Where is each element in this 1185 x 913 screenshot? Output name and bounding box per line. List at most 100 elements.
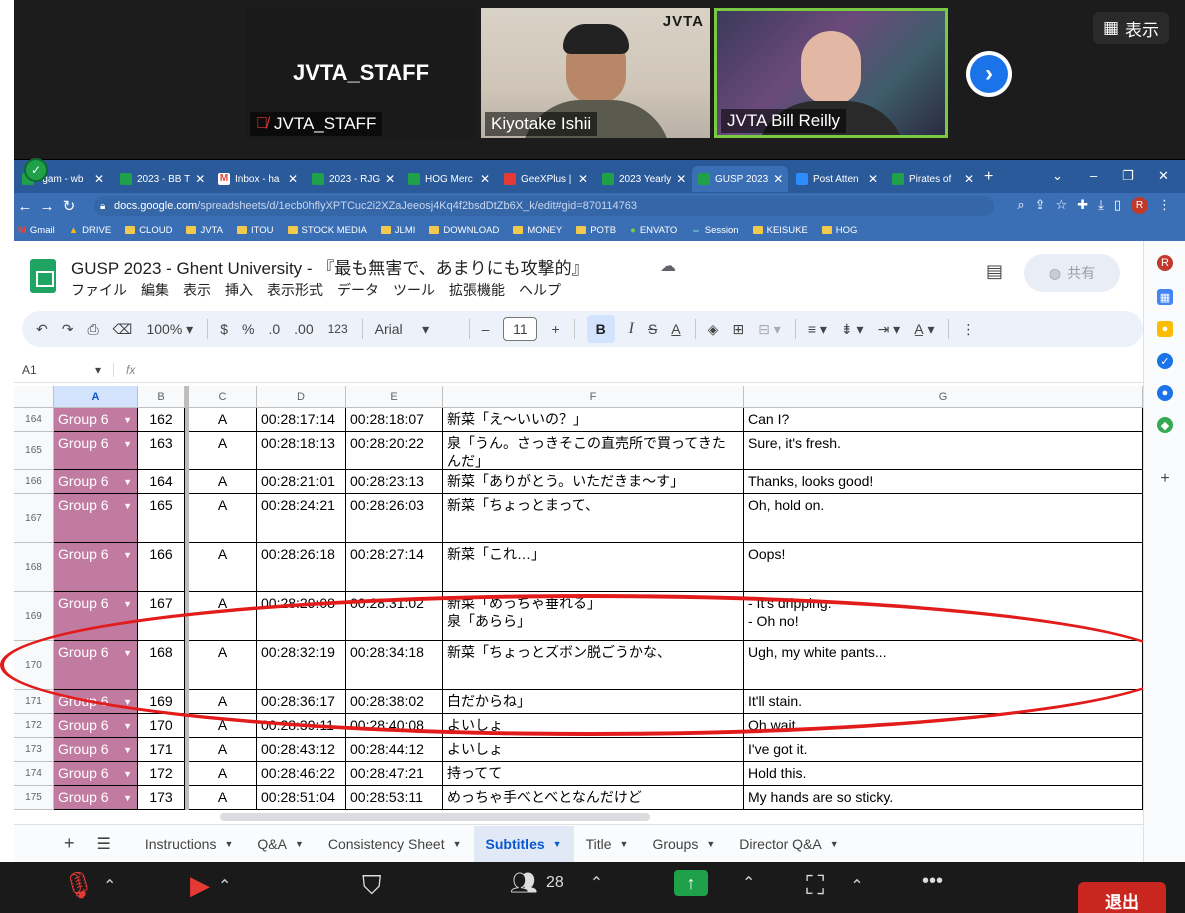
video-tile-bill-reilly[interactable]: JVTA Bill Reilly	[714, 8, 948, 138]
group-dropdown-cell[interactable]: Group 6 ▼	[54, 470, 138, 494]
close-icon[interactable]: ✕	[868, 172, 878, 186]
table-cell[interactable]: 00:28:44:12	[346, 738, 443, 762]
close-icon[interactable]: ✕	[94, 172, 104, 186]
sheet-tab-director-qa[interactable]: Director Q&A ▼	[727, 826, 850, 862]
menu-data[interactable]: データ	[337, 280, 379, 300]
chevron-down-icon[interactable]: ▼	[123, 411, 132, 429]
chevron-up-icon[interactable]: ⌃	[103, 876, 116, 896]
column-header[interactable]: G	[744, 386, 1143, 408]
table-cell[interactable]: 00:28:29:08	[257, 592, 346, 641]
table-cell[interactable]: 泉「うん。さっきそこの直売所で買ってきたんだ」	[443, 432, 744, 470]
more-formats-button[interactable]: 123	[328, 322, 348, 336]
row-header[interactable]: 170	[14, 641, 54, 690]
zoom-lens-icon[interactable]: ⌕	[1017, 197, 1024, 214]
sheet-tab-title[interactable]: Title ▼	[574, 826, 641, 862]
table-cell[interactable]: 163	[138, 432, 185, 470]
print-icon[interactable]: ⎙	[87, 321, 98, 338]
chevron-up-icon[interactable]: ⌃	[850, 876, 863, 896]
group-dropdown-cell[interactable]: Group 6 ▼	[54, 408, 138, 432]
all-sheets-menu-icon[interactable]: ☰	[97, 834, 111, 854]
share-screen-button[interactable]: ↑ ⌃	[674, 870, 755, 896]
table-cell[interactable]: 白だからね」	[443, 690, 744, 714]
decrease-decimal-button[interactable]: .0	[268, 321, 280, 337]
row-header[interactable]: 164	[14, 408, 54, 432]
bookmark[interactable]: DOWNLOAD	[429, 225, 499, 236]
table-cell[interactable]: 00:28:20:22	[346, 432, 443, 470]
table-cell[interactable]: A	[189, 592, 257, 641]
minimize-button[interactable]: –	[1090, 168, 1097, 183]
chevron-up-icon[interactable]: ⌃	[742, 873, 755, 893]
font-family-select[interactable]: Arial ▾	[375, 321, 455, 338]
table-cell[interactable]: 164	[138, 470, 185, 494]
name-box[interactable]: A1 ▾	[14, 362, 114, 377]
browser-tab-active[interactable]: GUSP 2023 ✕	[692, 166, 788, 192]
sheet-tab-instructions[interactable]: Instructions ▼	[133, 826, 246, 862]
url-field[interactable]: 🔒︎ docs.google.com/spreadsheets/d/1ecb0h…	[94, 196, 994, 216]
increase-font-size-button[interactable]: +	[551, 321, 559, 337]
menu-edit[interactable]: 編集	[141, 280, 169, 300]
share-button[interactable]: ◍ 共有	[1024, 254, 1120, 292]
forward-arrow-icon[interactable]: →	[36, 198, 58, 215]
column-header[interactable]: E	[346, 386, 443, 408]
menu-insert[interactable]: 挿入	[225, 280, 253, 300]
table-cell[interactable]: 172	[138, 762, 185, 786]
table-cell[interactable]: I've got it.	[744, 738, 1143, 762]
browser-tab[interactable]: 2023 - BB T ✕	[114, 166, 208, 192]
table-cell[interactable]: 00:28:31:02	[346, 592, 443, 641]
chevron-down-icon[interactable]: ▼	[123, 644, 132, 662]
close-icon[interactable]: ✕	[578, 172, 588, 186]
strikethrough-button[interactable]: S	[648, 321, 657, 337]
close-icon[interactable]: ✕	[288, 172, 298, 186]
table-cell[interactable]: めっちゃ手べとべとなんだけど	[443, 786, 744, 810]
table-cell[interactable]: 00:28:27:14	[346, 543, 443, 592]
table-cell[interactable]: 新菜「ありがとう。いただきま〜す」	[443, 470, 744, 494]
table-cell[interactable]: A	[189, 714, 257, 738]
table-cell[interactable]: 新菜「これ…」	[443, 543, 744, 592]
column-header[interactable]: F	[443, 386, 744, 408]
table-cell[interactable]: 00:28:36:17	[257, 690, 346, 714]
bookmark[interactable]: HOG	[821, 225, 857, 236]
table-cell[interactable]: Oh, hold on.	[744, 494, 1143, 543]
group-dropdown-cell[interactable]: Group 6 ▼	[54, 641, 138, 690]
fill-color-icon[interactable]: ◈	[708, 321, 719, 338]
chevron-down-icon[interactable]: ▼	[123, 473, 132, 491]
menu-tools[interactable]: ツール	[393, 280, 435, 300]
profile-avatar[interactable]: R	[1131, 197, 1148, 214]
row-header[interactable]: 169	[14, 592, 54, 641]
table-cell[interactable]: 162	[138, 408, 185, 432]
contacts-icon[interactable]: ●	[1157, 385, 1173, 401]
decrease-font-size-button[interactable]: –	[482, 321, 490, 337]
more-button[interactable]: •••	[922, 870, 943, 893]
table-cell[interactable]: 00:28:23:13	[346, 470, 443, 494]
close-icon[interactable]: ✕	[385, 172, 395, 186]
browser-tab[interactable]: M Inbox - ha ✕	[212, 166, 304, 192]
table-cell[interactable]: A	[189, 494, 257, 543]
table-cell[interactable]: A	[189, 543, 257, 592]
table-cell[interactable]: Thanks, looks good!	[744, 470, 1143, 494]
table-cell[interactable]: 00:28:17:14	[257, 408, 346, 432]
maps-icon[interactable]: ◆	[1157, 417, 1173, 433]
group-dropdown-cell[interactable]: Group 6 ▼	[54, 762, 138, 786]
chevron-down-icon[interactable]: ▼	[123, 595, 132, 613]
browser-tab[interactable]: 2023 - RJG ✕	[306, 166, 400, 192]
cloud-saved-icon[interactable]: ☁︎	[660, 256, 676, 276]
row-header[interactable]: 171	[14, 690, 54, 714]
next-page-button[interactable]: ›	[966, 51, 1012, 97]
spreadsheet-grid[interactable]: A B C D E F G 164 Group 6 ▼ 162 A 00:28:17:14…	[14, 386, 1143, 810]
table-cell[interactable]: 00:28:53:11	[346, 786, 443, 810]
table-cell[interactable]: 新菜「ちょっとズボン脱ごうかな、	[443, 641, 744, 690]
table-cell[interactable]: 167	[138, 592, 185, 641]
close-icon[interactable]: ✕	[773, 172, 783, 186]
table-cell[interactable]: 00:28:39:11	[257, 714, 346, 738]
table-cell[interactable]: 00:28:26:03	[346, 494, 443, 543]
chevron-down-icon[interactable]: ▼	[123, 789, 132, 807]
table-cell[interactable]: 170	[138, 714, 185, 738]
table-cell[interactable]: 165	[138, 494, 185, 543]
menu-extensions[interactable]: 拡張機能	[449, 280, 505, 300]
comment-history-icon[interactable]: ▤	[986, 261, 1003, 282]
menu-help[interactable]: ヘルプ	[519, 280, 561, 300]
table-cell[interactable]: 169	[138, 690, 185, 714]
close-icon[interactable]: ✕	[195, 172, 205, 186]
bookmark[interactable]: ● ENVATO	[630, 225, 677, 236]
column-header[interactable]: A	[54, 386, 138, 408]
